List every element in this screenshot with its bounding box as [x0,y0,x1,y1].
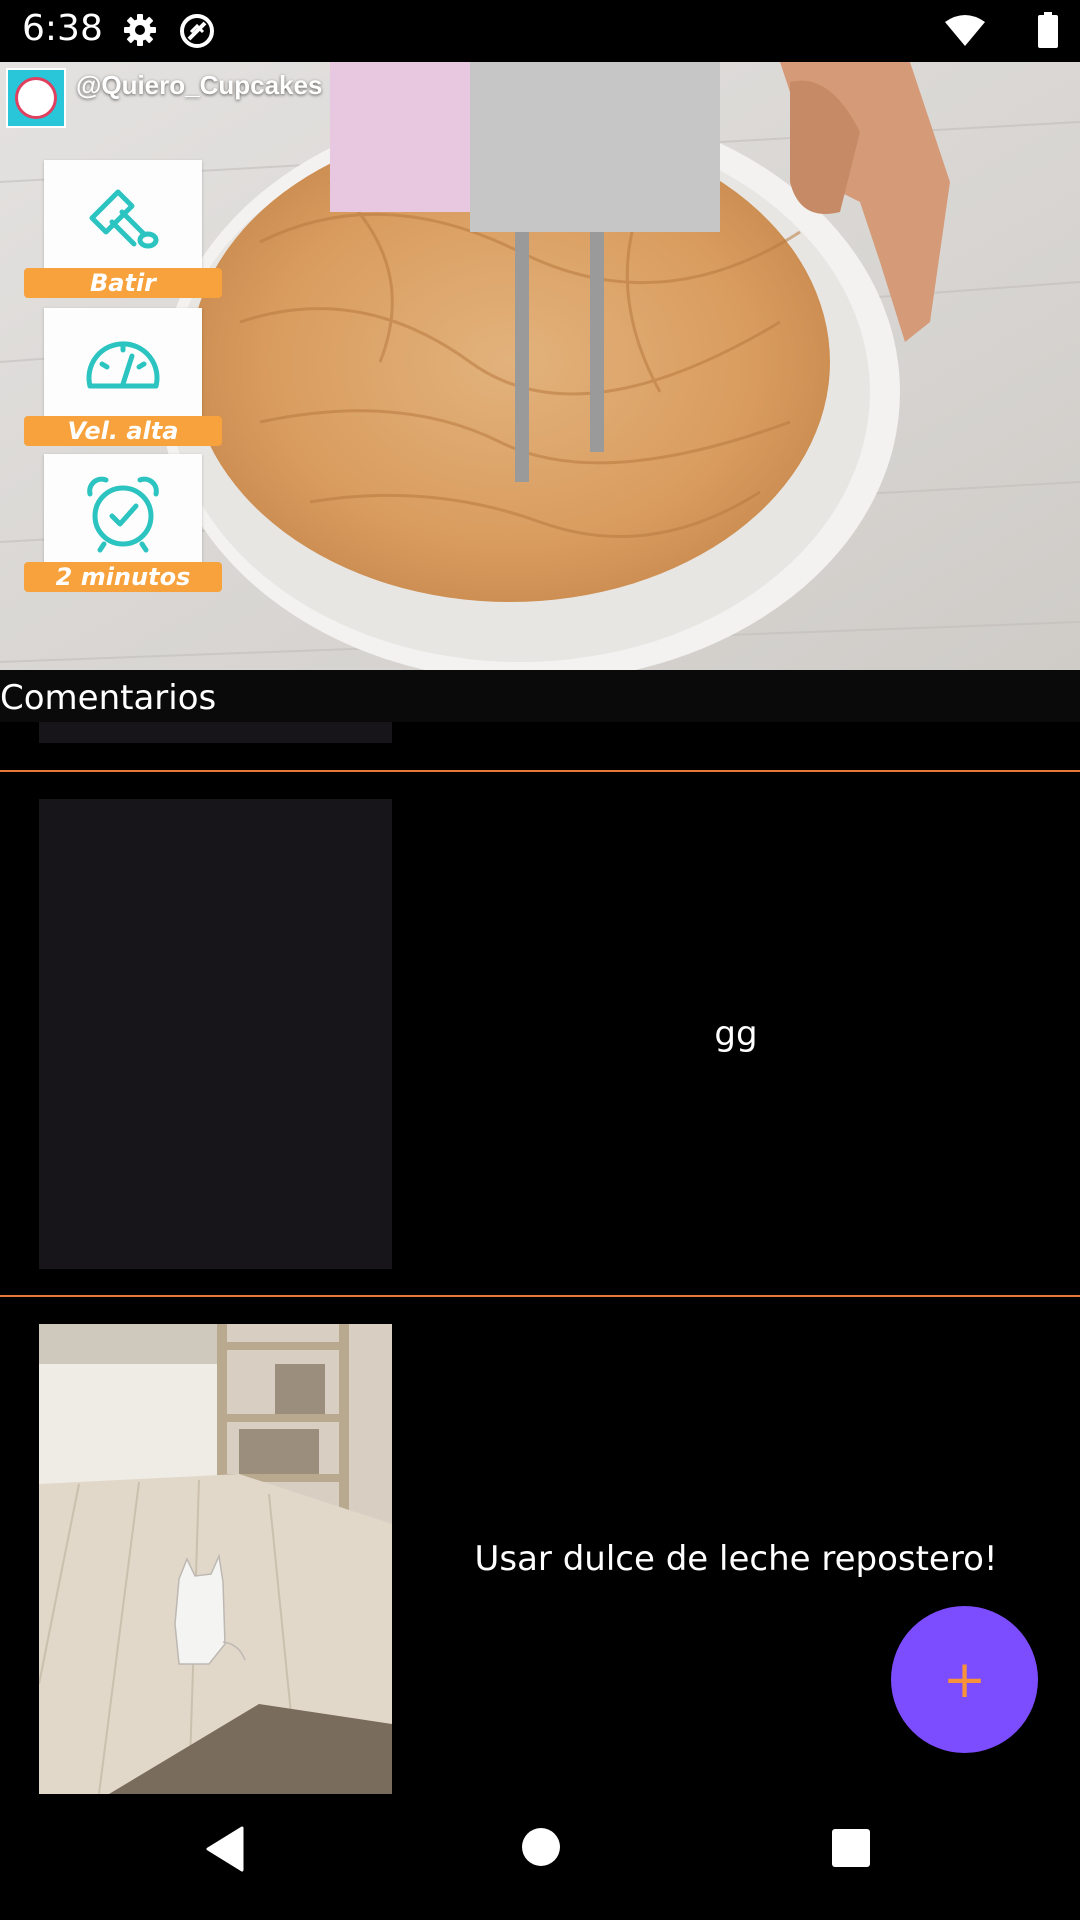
gear-icon [122,12,158,53]
add-comment-button[interactable]: + [891,1606,1038,1753]
channel-logo[interactable] [6,68,66,128]
mixer-icon [82,178,164,260]
list-divider [0,770,1080,772]
step-card-2-minutos: 2 minutos [24,454,222,594]
channel-name[interactable]: @Quiero_Cupcakes [76,70,322,101]
comments-title: Comentarios [0,678,217,718]
step-label: 2 minutos [24,562,222,592]
back-icon[interactable] [202,1824,246,1879]
step-label: Batir [24,268,222,298]
comment-text: gg [714,1014,758,1054]
video-player[interactable]: @Quiero_Cupcakes Batir Vel. alta 2 minut… [0,62,1080,670]
status-bar: 6:38 [0,0,1080,62]
battery-icon [1037,12,1059,53]
navigation-bar [0,1794,1080,1920]
speedometer-icon [82,326,164,408]
step-card-batir: Batir [24,160,222,300]
no-disturb-icon [178,12,216,55]
home-icon[interactable] [520,1826,562,1873]
comment-item[interactable]: gg [0,799,1080,1269]
comments-header: Comentarios [0,670,1080,722]
step-label: Vel. alta [24,416,222,446]
list-divider [0,1295,1080,1297]
comment-thumbnail [39,1324,392,1794]
wifi-icon [944,14,986,53]
alarm-clock-icon [82,472,164,554]
step-card-vel-alta: Vel. alta [24,308,222,448]
status-time: 6:38 [22,8,103,49]
cat-room-photo [39,1324,392,1794]
comment-thumbnail [39,799,392,1269]
comment-thumbnail [39,722,392,743]
recents-icon[interactable] [830,1827,872,1874]
plus-icon: + [942,1649,987,1710]
